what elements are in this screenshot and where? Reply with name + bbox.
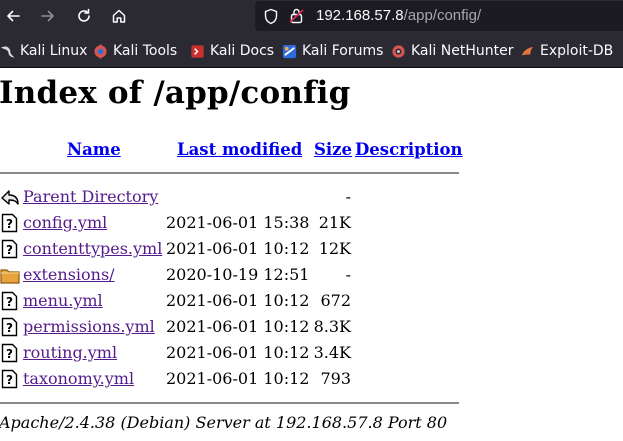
- sort-by-description-link[interactable]: Description: [355, 140, 463, 159]
- row-size: 12K: [318, 239, 351, 258]
- bookmark-label: Exploit-DB: [540, 43, 614, 59]
- row-size: 21K: [318, 213, 351, 232]
- table-row: ? permissions.yml 2021-06-01 10:12 8.3K: [0, 314, 460, 340]
- page-title: Index of /app/config: [0, 75, 351, 111]
- bookmark-label: Kali Forums: [302, 43, 384, 59]
- file-link[interactable]: menu.yml: [23, 291, 103, 310]
- unknown-file-icon: ?: [1, 317, 18, 337]
- file-link[interactable]: taxonomy.yml: [23, 369, 134, 388]
- insecure-lock-icon[interactable]: [289, 7, 305, 25]
- back-arrow-icon: [7, 10, 20, 22]
- folder-icon: [0, 269, 20, 284]
- home-icon: [112, 9, 126, 23]
- row-date: 2021-06-01 10:12: [166, 239, 310, 258]
- row-date: 2021-06-01 10:12: [166, 317, 310, 336]
- kali-nethunter-icon: [392, 44, 405, 58]
- row-size: 8.3K: [313, 317, 351, 336]
- bookmark-kali-docs[interactable]: Kali Docs: [190, 42, 274, 60]
- header-divider: [0, 172, 459, 174]
- file-link[interactable]: config.yml: [23, 213, 107, 232]
- table-row: extensions/ 2020-10-19 12:51 -: [0, 262, 460, 288]
- svg-text:?: ?: [6, 217, 13, 231]
- parent-directory-link[interactable]: Parent Directory: [23, 187, 158, 206]
- exploit-db-icon: [521, 46, 534, 55]
- footer-divider: [0, 402, 459, 404]
- sort-by-name-link[interactable]: Name: [67, 140, 121, 159]
- bookmark-label: Kali Docs: [210, 43, 275, 59]
- forward-arrow-icon: [41, 10, 54, 22]
- row-date: 2021-06-01 10:12: [166, 369, 310, 388]
- row-date: 2021-06-01 10:12: [166, 343, 310, 362]
- svg-text:?: ?: [6, 373, 13, 387]
- bookmarks-bar: Kali Linux Kali Tools Kali Docs Kali For…: [0, 33, 623, 68]
- kali-docs-icon: [191, 44, 204, 58]
- shield-icon[interactable]: [263, 8, 279, 25]
- row-size: 3.4K: [313, 343, 351, 362]
- folder-link[interactable]: extensions/: [23, 265, 115, 284]
- table-row: Parent Directory -: [0, 184, 460, 210]
- table-row: ? taxonomy.yml 2021-06-01 10:12 793: [0, 366, 460, 392]
- server-signature: Apache/2.4.38 (Debian) Server at 192.168…: [0, 413, 448, 432]
- unknown-file-icon: ?: [1, 369, 18, 389]
- bookmark-label: Kali NetHunter: [411, 43, 514, 59]
- kali-tools-icon: [94, 43, 107, 59]
- file-link[interactable]: contenttypes.yml: [23, 239, 162, 258]
- kali-dragon-icon: [0, 45, 15, 58]
- svg-text:?: ?: [6, 321, 13, 335]
- directory-listing-page: Index of /app/config Name Last modified …: [0, 68, 623, 441]
- bookmark-kali-nethunter[interactable]: Kali NetHunter: [391, 42, 513, 60]
- column-header-size: Size: [314, 140, 352, 159]
- url-host: 192.168.57.8: [316, 7, 404, 24]
- table-row: ? routing.yml 2021-06-01 10:12 3.4K: [0, 340, 460, 366]
- unknown-file-icon: ?: [1, 239, 18, 259]
- bookmark-exploit-db[interactable]: Exploit-DB: [520, 42, 613, 60]
- kali-forums-icon: [282, 44, 297, 58]
- table-row: ? contenttypes.yml 2021-06-01 10:12 12K: [0, 236, 460, 262]
- browser-toolbar: 192.168.57.8/app/config/: [0, 0, 623, 33]
- unknown-file-icon: ?: [1, 291, 18, 311]
- unknown-file-icon: ?: [1, 213, 18, 233]
- url-bar[interactable]: 192.168.57.8/app/config/: [255, 1, 623, 31]
- row-date: 2021-06-01 15:38: [166, 213, 310, 232]
- forward-button[interactable]: [35, 3, 61, 29]
- sort-by-last-modified-link[interactable]: Last modified: [177, 140, 302, 159]
- url-text[interactable]: 192.168.57.8/app/config/: [316, 7, 481, 24]
- url-path: /app/config/: [403, 7, 482, 24]
- bookmark-kali-linux[interactable]: Kali Linux: [0, 42, 87, 60]
- file-link[interactable]: routing.yml: [23, 343, 117, 362]
- row-date: 2020-10-19 12:51: [166, 265, 310, 284]
- file-link[interactable]: permissions.yml: [23, 317, 155, 336]
- column-header-last-modified: Last modified: [177, 140, 302, 159]
- table-row: ? menu.yml 2021-06-01 10:12 672: [0, 288, 460, 314]
- sort-by-size-link[interactable]: Size: [314, 140, 352, 159]
- row-date: 2021-06-01 10:12: [166, 291, 310, 310]
- svg-text:?: ?: [6, 347, 13, 361]
- bookmark-kali-tools[interactable]: Kali Tools: [93, 42, 177, 60]
- home-button[interactable]: [106, 3, 132, 29]
- row-size: 793: [320, 369, 351, 388]
- bookmark-kali-forums[interactable]: Kali Forums: [282, 42, 383, 60]
- row-size: -: [345, 265, 351, 284]
- reload-button[interactable]: [71, 3, 97, 29]
- column-header-description: Description: [355, 140, 463, 159]
- column-header-name: Name: [67, 140, 121, 159]
- bookmark-label: Kali Linux: [20, 43, 88, 59]
- row-size: -: [345, 187, 351, 206]
- unknown-file-icon: ?: [1, 343, 18, 363]
- table-row: ? config.yml 2021-06-01 15:38 21K: [0, 210, 460, 236]
- back-arrow-icon: [1, 190, 19, 205]
- reload-icon: [78, 8, 90, 22]
- row-size: 672: [320, 291, 351, 310]
- svg-text:?: ?: [6, 243, 13, 257]
- back-button[interactable]: [0, 3, 26, 29]
- svg-text:?: ?: [6, 295, 13, 309]
- bookmark-label: Kali Tools: [113, 43, 178, 59]
